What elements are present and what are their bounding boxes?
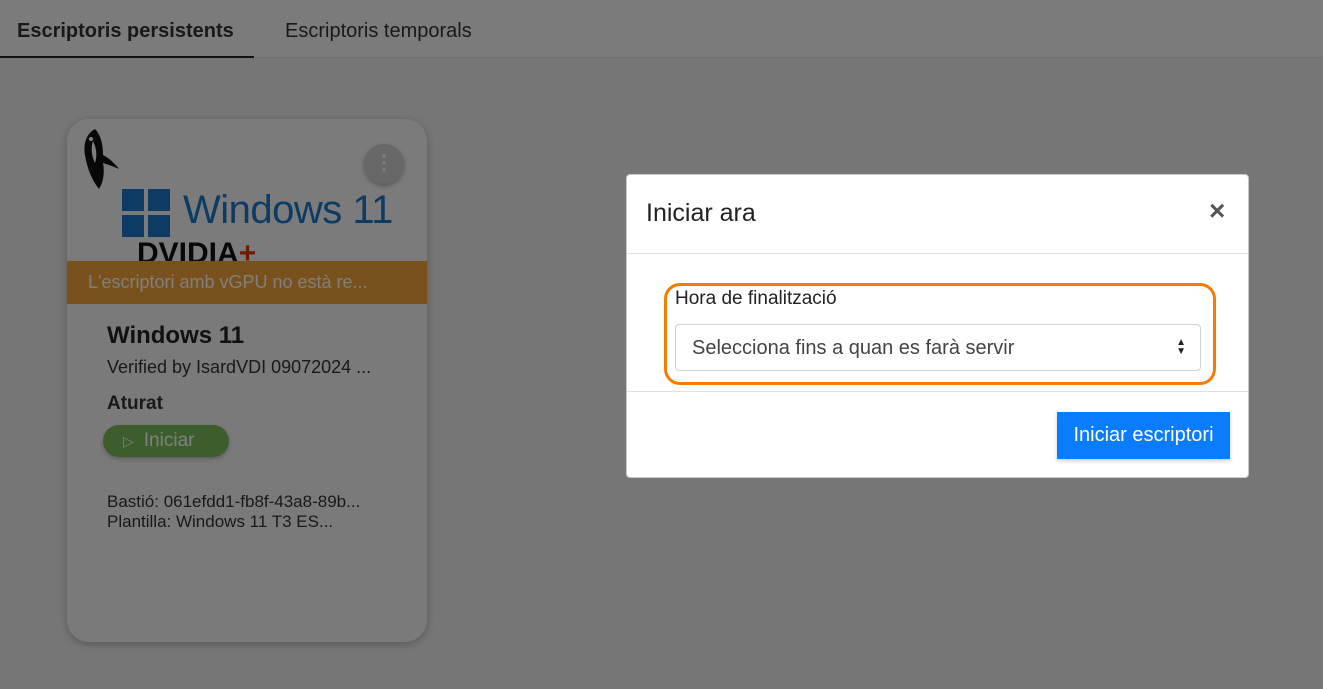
close-icon[interactable]: ×: [1209, 195, 1225, 227]
end-time-select[interactable]: Selecciona fins a quan es farà servir ▲ ▼: [675, 324, 1201, 371]
modal-title: Iniciar ara: [646, 199, 756, 227]
end-time-label: Hora de finalització: [675, 288, 837, 309]
start-desktop-submit-button[interactable]: Iniciar escriptori: [1057, 412, 1230, 459]
modal-footer-divider: [627, 391, 1248, 392]
start-now-modal: Iniciar ara × Hora de finalització Selec…: [626, 174, 1249, 478]
select-placeholder: Selecciona fins a quan es farà servir: [692, 337, 1015, 359]
modal-header: Iniciar ara ×: [627, 175, 1248, 254]
select-arrows-icon: ▲ ▼: [1176, 337, 1186, 357]
